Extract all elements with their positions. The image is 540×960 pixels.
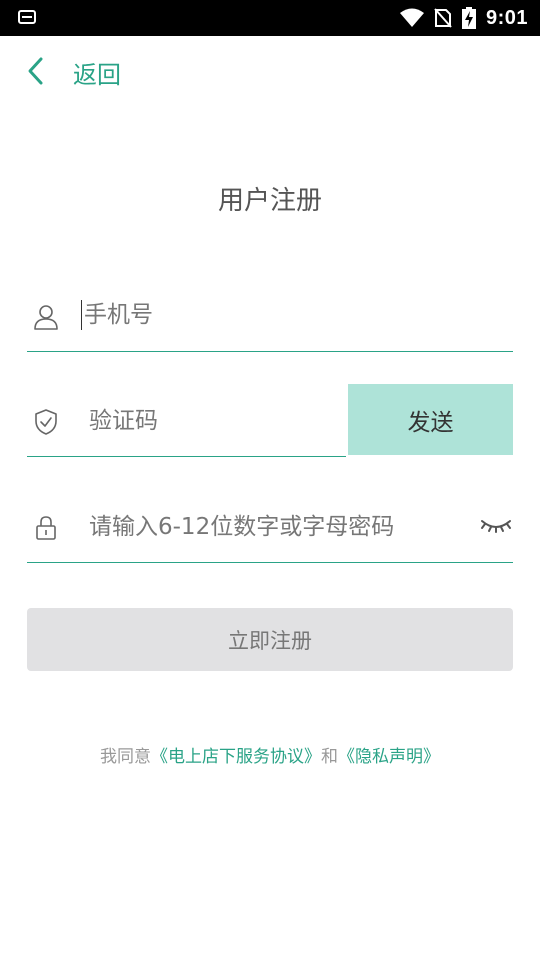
shield-check-icon: [35, 408, 57, 435]
agreement-prefix: 我同意: [100, 747, 151, 767]
app-icon: [18, 10, 36, 24]
agreement-text: 我同意《电上店下服务协议》和《隐私声明》: [0, 742, 540, 767]
code-field-row: [27, 387, 346, 457]
wifi-icon: [399, 8, 424, 27]
user-icon: [34, 304, 58, 330]
password-input[interactable]: [89, 493, 449, 561]
send-code-button[interactable]: 发送: [348, 384, 513, 455]
terms-link[interactable]: 《电上店下服务协议》: [151, 747, 321, 767]
status-time: 9:01: [485, 6, 528, 29]
back-chevron-icon[interactable]: [26, 56, 46, 86]
status-bar: 9:01: [0, 0, 540, 36]
back-button[interactable]: 返回: [73, 55, 121, 90]
phone-input[interactable]: [81, 300, 501, 330]
phone-field-row: [27, 282, 513, 352]
password-field-row: [27, 493, 513, 563]
eye-closed-icon[interactable]: [479, 515, 513, 537]
lock-icon: [36, 515, 56, 540]
battery-charging-icon: [461, 7, 476, 29]
agreement-and: 和: [321, 747, 338, 767]
status-icons: 9:01: [399, 0, 528, 36]
no-sim-icon: [434, 8, 452, 28]
register-button[interactable]: 立即注册: [27, 608, 513, 671]
privacy-link[interactable]: 《隐私声明》: [338, 747, 440, 767]
page-title: 用户注册: [217, 186, 322, 216]
top-nav: 返回: [0, 36, 540, 106]
code-input[interactable]: [89, 387, 339, 455]
